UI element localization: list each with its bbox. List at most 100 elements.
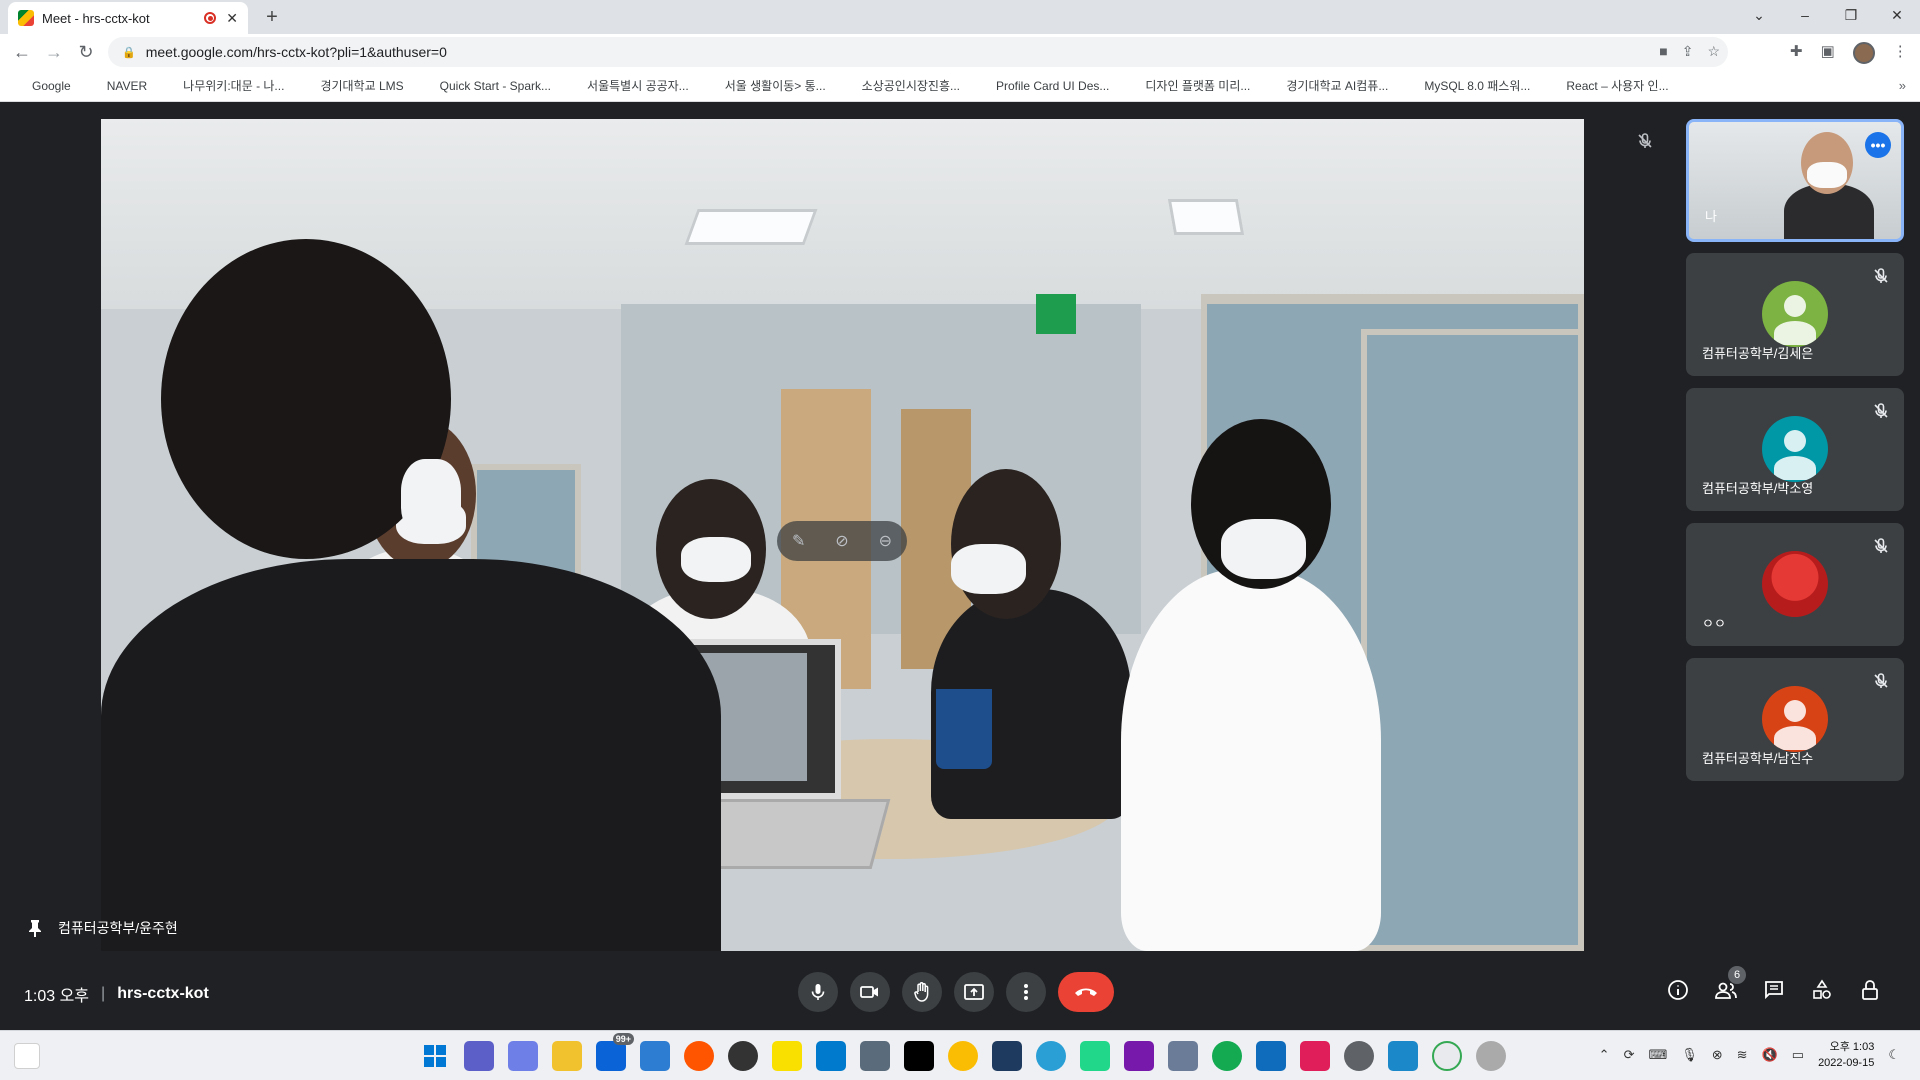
microphone-button[interactable] <box>798 972 838 1012</box>
bookmark-profile-card[interactable]: Profile Card UI Des... <box>976 79 1109 93</box>
more-options-button[interactable] <box>1006 972 1046 1012</box>
bookmark-design-platform[interactable]: 디자인 플랫폼 미리... <box>1125 77 1250 94</box>
vscode-icon[interactable] <box>816 1041 846 1071</box>
bookmark-naver[interactable]: NAVER <box>87 79 147 93</box>
url-text[interactable]: meet.google.com/hrs-cctx-kot?pli=1&authu… <box>146 44 447 60</box>
onenote-icon[interactable] <box>1124 1041 1154 1071</box>
participant-tile[interactable]: ㅇㅇ <box>1686 523 1904 646</box>
elmo-avatar <box>1762 551 1828 617</box>
keyboard-icon[interactable]: ⌨ <box>1648 1047 1667 1063</box>
close-window-button[interactable]: ✕ <box>1874 0 1920 30</box>
bookmark-google[interactable]: Google <box>12 79 71 93</box>
forward-arrow-icon[interactable]: → <box>42 40 66 64</box>
hs-app-icon[interactable] <box>728 1041 758 1071</box>
speaker-muted-icon[interactable]: 🔇 <box>1762 1047 1778 1063</box>
more-vertical-icon <box>1024 984 1028 1000</box>
battery-icon[interactable]: ▭ <box>1792 1047 1804 1063</box>
activities-button[interactable] <box>1810 978 1834 1002</box>
mute-participant-icon[interactable]: ⊘ <box>835 531 848 551</box>
powershell-icon[interactable] <box>640 1041 670 1071</box>
chat-button[interactable] <box>1762 978 1786 1002</box>
activities-icon <box>1813 979 1831 999</box>
soundcloud-icon[interactable] <box>684 1041 714 1071</box>
profile-avatar[interactable] <box>1852 42 1875 64</box>
bookmark-spark[interactable]: Quick Start - Spark... <box>420 79 551 93</box>
bookmark-seoul-mobility[interactable]: 서울 생활이동> 통... <box>705 77 826 94</box>
kakaotalk-icon[interactable] <box>772 1041 802 1071</box>
participant-tile[interactable]: 컴퓨터공학부/김세은 <box>1686 253 1904 376</box>
leave-call-button[interactable] <box>1058 972 1114 1012</box>
bookmarks-overflow-button[interactable]: » <box>1899 78 1906 93</box>
workbench-icon[interactable] <box>992 1041 1022 1071</box>
close-circle-icon[interactable]: ⊗ <box>1712 1047 1723 1063</box>
more-options-button[interactable]: ••• <box>1865 132 1891 158</box>
side-panel-icon[interactable]: ▣ <box>1821 42 1835 64</box>
wifi-icon[interactable]: ≋ <box>1737 1047 1748 1063</box>
jetbrains-icon[interactable] <box>904 1041 934 1071</box>
bookmark-seoul-data[interactable]: 서울특별시 공공자... <box>567 77 689 94</box>
bookmark-star-icon[interactable]: ☆ <box>1707 43 1720 60</box>
present-screen-button[interactable] <box>954 972 994 1012</box>
video-exit-sign <box>1036 294 1076 334</box>
bookmark-label: 소상공인시장진흥... <box>861 79 960 93</box>
settings-app-icon[interactable] <box>508 1041 538 1071</box>
sync-icon[interactable]: ⟳ <box>1624 1047 1635 1063</box>
chrome-profile-icon[interactable] <box>1432 1041 1462 1071</box>
main-video-feed[interactable]: ✎ ⊘ ⊖ <box>101 119 1584 951</box>
notepad-icon[interactable] <box>1256 1041 1286 1071</box>
spark-icon <box>420 79 434 93</box>
share-icon[interactable]: ⇪ <box>1682 43 1694 60</box>
host-controls-button[interactable] <box>1858 978 1882 1002</box>
slack-icon[interactable] <box>1300 1041 1330 1071</box>
camera-in-use-icon[interactable]: ■ <box>1659 43 1667 60</box>
file-explorer-icon[interactable] <box>552 1041 582 1071</box>
notification-moon-icon[interactable]: ☾ <box>1888 1047 1900 1063</box>
bookmark-kyonggi-lms[interactable]: 경기대학교 LMS <box>300 77 403 94</box>
browser-menu-icon[interactable]: ⋮ <box>1893 42 1908 64</box>
bookmark-kyonggi-ai[interactable]: 경기대학교 AI컴퓨... <box>1266 77 1388 94</box>
camera-button[interactable] <box>850 972 890 1012</box>
browser-tab-meet[interactable]: Meet - hrs-cctx-kot ✕ <box>8 2 248 34</box>
calculator-icon[interactable] <box>860 1041 890 1071</box>
tab-close-button[interactable]: ✕ <box>226 10 238 27</box>
new-tab-button[interactable]: + <box>260 5 284 29</box>
microphone-tray-icon[interactable]: 🎙 <box>1681 1047 1698 1063</box>
mail-icon[interactable]: 99+ <box>596 1033 634 1071</box>
pycharm-icon[interactable] <box>1080 1041 1110 1071</box>
generic-app-icon[interactable] <box>1476 1041 1506 1071</box>
chrome-icon[interactable] <box>948 1041 978 1071</box>
store-app-icon[interactable] <box>1388 1041 1418 1071</box>
remove-participant-icon[interactable]: ⊖ <box>879 531 892 551</box>
bookmark-mysql[interactable]: MySQL 8.0 패스워... <box>1404 77 1530 94</box>
start-menu-button[interactable] <box>420 1041 450 1071</box>
raise-hand-button[interactable] <box>902 972 942 1012</box>
settings-gear-icon[interactable] <box>1344 1041 1374 1071</box>
back-arrow-icon[interactable]: ← <box>10 40 34 64</box>
meeting-info-button[interactable] <box>1666 978 1690 1002</box>
globe-app-icon[interactable] <box>1036 1041 1066 1071</box>
participant-tile-self[interactable]: ••• 나 <box>1686 119 1904 242</box>
participants-button[interactable]: 6 <box>1714 966 1746 1002</box>
chat-icon <box>1765 981 1783 1000</box>
teams-chat-icon[interactable] <box>464 1041 494 1071</box>
bookmark-namuwiki[interactable]: 나무위키:대문 - 나... <box>163 77 284 94</box>
bookmark-react[interactable]: React – 사용자 인... <box>1546 77 1668 94</box>
widgets-icon[interactable] <box>14 1043 40 1069</box>
participant-tile[interactable]: 컴퓨터공학부/박소영 <box>1686 388 1904 511</box>
meeting-details: 1:03 오후 | hrs-cctx-kot <box>24 982 209 1006</box>
taskbar-clock[interactable]: 오후 1:03 2022-09-15 <box>1818 1039 1874 1071</box>
mongodb-icon[interactable] <box>1212 1041 1242 1071</box>
maximize-button[interactable]: ❐ <box>1828 0 1874 30</box>
unpin-icon[interactable]: ✎ <box>792 531 805 551</box>
taskbar-apps: 99+ <box>420 1033 1506 1071</box>
bookmark-semas[interactable]: 소상공인시장진흥... <box>842 77 960 94</box>
tab-search-button[interactable]: ⌄ <box>1736 0 1782 30</box>
participant-tile[interactable]: 컴퓨터공학부/남진수 <box>1686 658 1904 781</box>
lock-icon[interactable]: 🔒 <box>122 46 136 59</box>
address-bar[interactable]: 🔒 meet.google.com/hrs-cctx-kot?pli=1&aut… <box>108 37 1728 67</box>
monitor-app-icon[interactable] <box>1168 1041 1198 1071</box>
reload-icon[interactable]: ↻ <box>74 40 98 64</box>
extensions-icon[interactable]: ✚ <box>1790 42 1803 64</box>
chevron-up-icon[interactable]: ⌃ <box>1599 1047 1610 1063</box>
minimize-button[interactable]: – <box>1782 0 1828 30</box>
